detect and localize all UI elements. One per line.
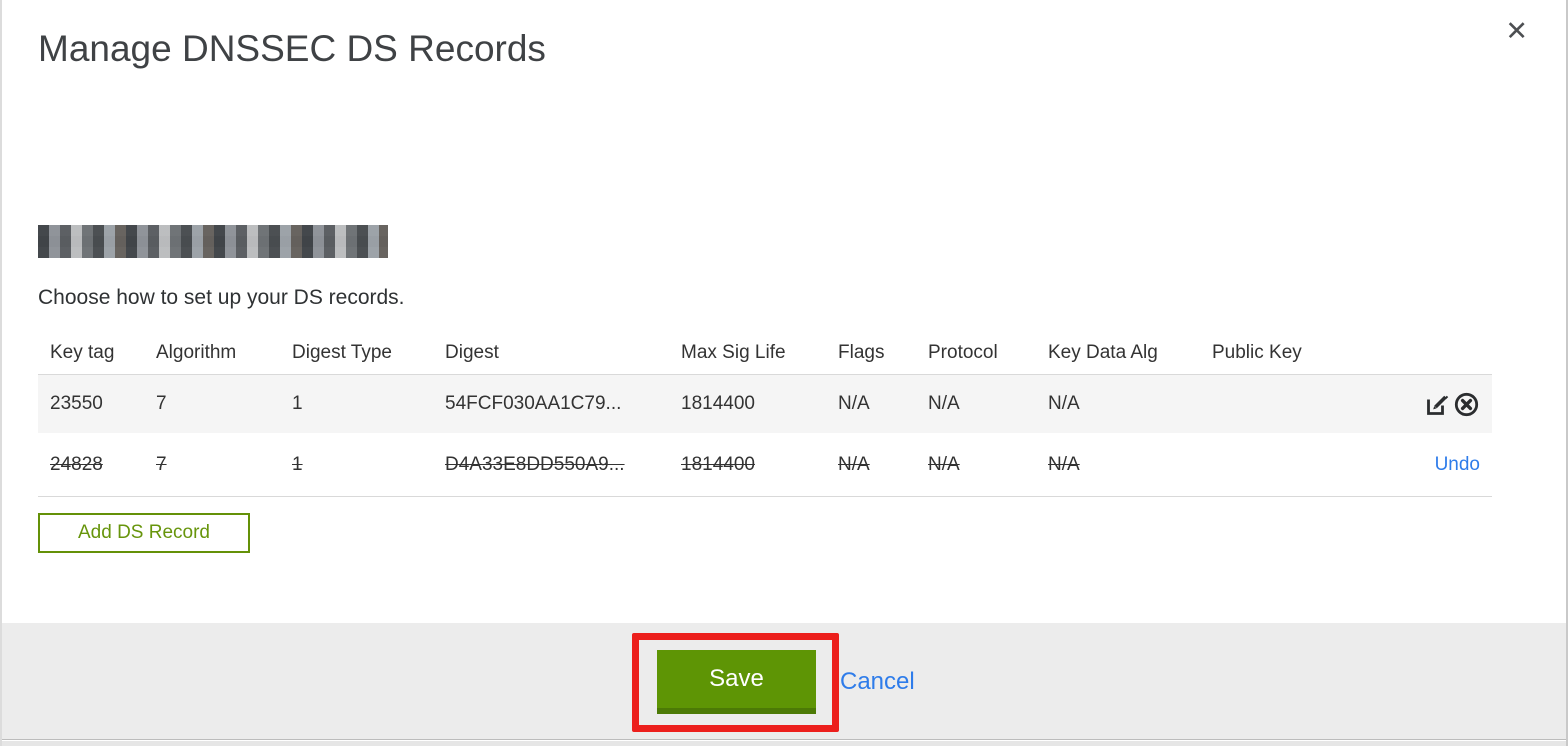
cell-max-sig-life: 1814400 [681,453,755,475]
redacted-domain-name [38,225,388,258]
modal-footer: Save Cancel [2,623,1566,740]
cell-digest: D4A33E8DD550A9... [445,453,625,475]
col-header-digest: Digest [445,342,499,363]
undo-link[interactable]: Undo [1435,454,1480,476]
dnssec-modal: Manage DNSSEC DS Records ✕ Choose how to… [0,0,1568,746]
close-icon[interactable]: ✕ [1505,18,1528,45]
col-header-digest-type: Digest Type [292,342,392,363]
save-button[interactable]: Save [657,650,816,714]
cell-digest-type: 1 [292,393,303,414]
cell-key-tag: 23550 [50,393,103,414]
col-header-key-data-alg: Key Data Alg [1048,342,1158,363]
col-header-flags: Flags [838,342,885,363]
window-bottom-edge [2,741,1566,746]
cell-key-data-alg: N/A [1048,453,1080,475]
cancel-link[interactable]: Cancel [840,650,915,714]
col-header-algorithm: Algorithm [156,342,237,363]
cell-algorithm: 7 [156,393,167,414]
col-header-public-key: Public Key [1212,342,1302,363]
row-actions [1332,391,1492,418]
cell-protocol: N/A [928,453,960,475]
delete-icon[interactable] [1453,391,1480,418]
col-header-key-tag: Key tag [50,342,115,363]
table-header-row: Key tag Algorithm Digest Type Digest Max… [38,332,1492,375]
cell-flags: N/A [838,393,870,414]
add-ds-record-button[interactable]: Add DS Record [38,513,250,553]
cell-flags: N/A [838,453,870,475]
cell-max-sig-life: 1814400 [681,393,755,414]
instruction-text: Choose how to set up your DS records. [38,286,405,309]
col-header-protocol: Protocol [928,342,998,363]
cell-key-data-alg: N/A [1048,393,1080,414]
cell-algorithm: 7 [156,453,167,475]
col-header-max-sig-life: Max Sig Life [681,342,786,363]
table-row-deleted: 24828 7 1 D4A33E8DD550A9... 1814400 N/A … [38,433,1492,497]
row-actions: Undo [1332,454,1492,476]
page-title: Manage DNSSEC DS Records [38,28,546,69]
cell-digest-type: 1 [292,453,303,475]
cell-digest: 54FCF030AA1C79... [445,393,622,414]
table-row-active: 23550 7 1 54FCF030AA1C79... 1814400 N/A … [38,375,1492,433]
edit-icon[interactable] [1424,391,1451,418]
cell-key-tag: 24828 [50,453,103,475]
ds-records-table: Key tag Algorithm Digest Type Digest Max… [38,332,1492,497]
cell-protocol: N/A [928,393,960,414]
